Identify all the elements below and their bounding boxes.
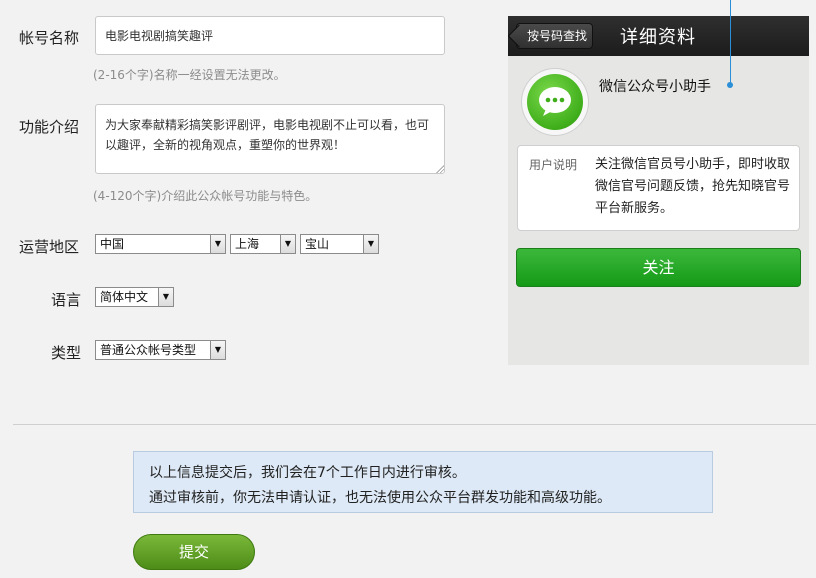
- language-value: 简体中文: [100, 290, 149, 304]
- province-select[interactable]: 上海 ▼: [230, 234, 296, 254]
- type-value: 普通公众帐号类型: [100, 343, 197, 357]
- region-label: 运营地区: [19, 238, 80, 256]
- intro-textarea[interactable]: 为大家奉献精彩搞笑影评剧评，电影电视剧不止可以看，也可以趣评，全新的视角观点，重…: [95, 104, 445, 174]
- province-value: 上海: [235, 237, 260, 251]
- triangle-down-icon: ▼: [210, 235, 225, 253]
- back-button[interactable]: 按号码查找: [516, 23, 593, 49]
- back-button-label: 按号码查找: [527, 29, 588, 43]
- intro-label: 功能介绍: [19, 118, 80, 136]
- district-value: 宝山: [305, 237, 330, 251]
- wechat-bubble-icon: [527, 74, 583, 130]
- triangle-down-icon: ▼: [158, 288, 173, 306]
- account-name-input[interactable]: [95, 16, 445, 55]
- avatar: [522, 69, 588, 135]
- intro-field[interactable]: 为大家奉献精彩搞笑影评剧评，电影电视剧不止可以看，也可以趣评，全新的视角观点，重…: [95, 104, 445, 174]
- language-select[interactable]: 简体中文 ▼: [95, 287, 174, 307]
- notice-line-2: 通过审核前，你无法申请认证，也无法使用公众平台群发功能和高级功能。: [149, 490, 611, 506]
- profile-preview: 按号码查找 详细资料 微信公众号小助手 用户说明 关注微信官员号小助手，即时收取…: [508, 16, 809, 365]
- district-select[interactable]: 宝山 ▼: [300, 234, 379, 254]
- resize-grip-icon[interactable]: [435, 164, 444, 173]
- triangle-down-icon: ▼: [210, 341, 225, 359]
- preview-title: 详细资料: [620, 27, 696, 48]
- description-card: 用户说明 关注微信官员号小助手，即时收取微信官号问题反馈，抢先知晓官号平台新服务…: [517, 145, 800, 231]
- follow-button[interactable]: 关注: [516, 248, 801, 287]
- triangle-down-icon: ▼: [363, 235, 378, 253]
- submit-button[interactable]: 提交: [133, 534, 255, 570]
- annotation-line: [730, 0, 731, 86]
- language-label: 语言: [51, 291, 82, 309]
- description-label: 用户说明: [529, 158, 578, 172]
- description-text: 关注微信官员号小助手，即时收取微信官号问题反馈，抢先知晓官号平台新服务。: [595, 157, 791, 216]
- annotation-dot: [727, 82, 733, 88]
- notice-line-1: 以上信息提交后，我们会在7个工作日内进行审核。: [149, 465, 466, 481]
- triangle-down-icon: ▼: [280, 235, 295, 253]
- country-select[interactable]: 中国 ▼: [95, 234, 226, 254]
- account-name-hint: (2-16个字)名称一经设置无法更改。: [93, 68, 286, 82]
- intro-hint: (4-120个字)介绍此公众帐号功能与特色。: [93, 189, 318, 203]
- type-label: 类型: [51, 344, 82, 362]
- section-divider: [13, 424, 816, 425]
- preview-header: 按号码查找 详细资料: [508, 16, 809, 56]
- type-select[interactable]: 普通公众帐号类型 ▼: [95, 340, 226, 360]
- country-value: 中国: [100, 237, 125, 251]
- preview-account-name: 微信公众号小助手: [599, 79, 711, 95]
- review-notice: 以上信息提交后，我们会在7个工作日内进行审核。 通过审核前，你无法申请认证，也无…: [133, 451, 713, 513]
- account-name-label: 帐号名称: [19, 29, 80, 47]
